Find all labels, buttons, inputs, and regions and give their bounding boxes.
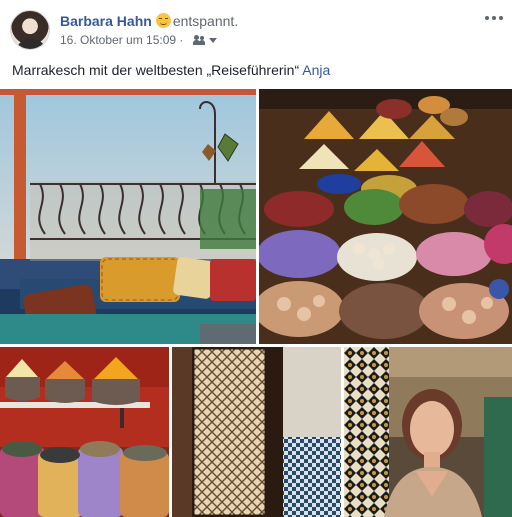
caption-text: Marrakesch mit der weltbesten „Reiseführ…	[12, 62, 300, 78]
more-options-button[interactable]	[482, 10, 506, 26]
post-timestamp[interactable]: 16. Oktober um 15:09	[60, 33, 176, 47]
spice-market-bowls-photo[interactable]	[259, 89, 512, 344]
author-line: Barbara Hahn entspannt.	[60, 12, 238, 30]
post-meta: 16. Oktober um 15:09 ·	[60, 33, 217, 48]
author-avatar[interactable]	[10, 10, 50, 50]
relieved-face-icon	[155, 13, 171, 28]
post-header: Barbara Hahn entspannt. 16. Oktober um 15…	[0, 0, 512, 56]
meta-separator: ·	[179, 33, 184, 47]
friends-icon[interactable]	[192, 35, 207, 45]
feeling-text: entspannt.	[172, 13, 239, 29]
woman-portrait-photo[interactable]	[344, 347, 512, 517]
spice-cones-on-shelf-photo[interactable]	[0, 347, 169, 517]
dot-icon	[499, 16, 503, 20]
carved-lattice-window-photo[interactable]	[172, 347, 341, 517]
avatar-figure	[18, 39, 44, 49]
dot-icon	[485, 16, 489, 20]
chevron-down-icon[interactable]	[208, 38, 217, 43]
dot-icon	[492, 16, 496, 20]
author-name[interactable]: Barbara Hahn	[60, 13, 152, 29]
photo-grid	[0, 89, 512, 517]
mention-link[interactable]: Anja	[302, 62, 330, 78]
post-caption: Marrakesch mit der weltbesten „Reiseführ…	[12, 61, 330, 79]
rooftop-terrace-photo[interactable]	[0, 89, 256, 344]
